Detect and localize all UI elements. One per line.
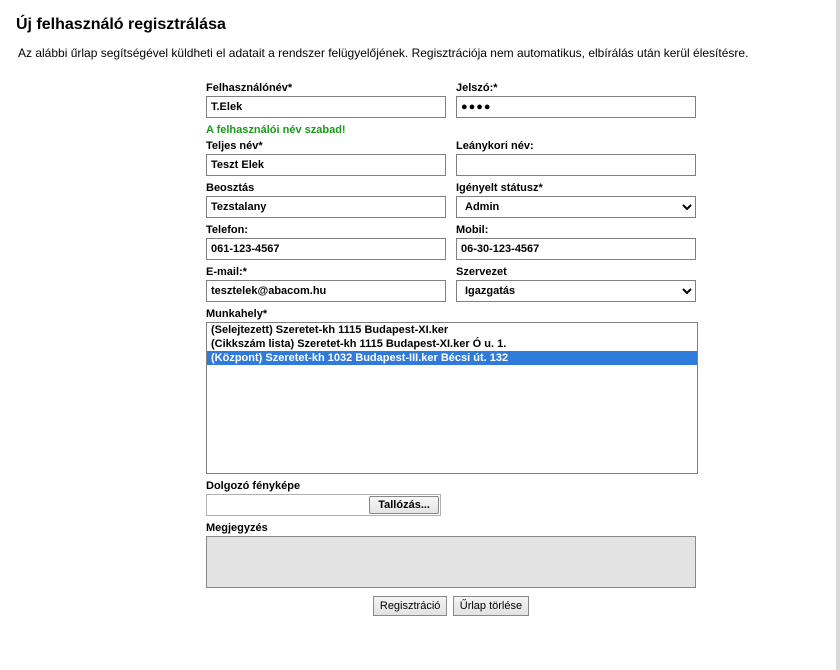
note-textarea[interactable] (206, 536, 696, 588)
phone-input[interactable] (206, 238, 446, 260)
clear-form-button[interactable]: Űrlap törlése (453, 596, 529, 616)
label-status: Igényelt státusz* (456, 182, 696, 194)
photo-file-field[interactable]: Tallózás... (206, 494, 441, 516)
position-input[interactable] (206, 196, 446, 218)
password-input[interactable] (456, 96, 696, 118)
workplace-listbox[interactable]: (Selejtezett) Szeretet-kh 1115 Budapest-… (206, 322, 698, 474)
label-email: E-mail:* (206, 266, 446, 278)
label-note: Megjegyzés (206, 522, 696, 534)
browse-button[interactable]: Tallózás... (369, 496, 439, 514)
label-position: Beosztás (206, 182, 446, 194)
workplace-option[interactable]: (Cikkszám lista) Szeretet-kh 1115 Budape… (207, 337, 697, 351)
label-workplace: Munkahely* (206, 308, 696, 320)
label-username: Felhasználónév* (206, 82, 446, 94)
label-password: Jelszó:* (456, 82, 696, 94)
mobile-input[interactable] (456, 238, 696, 260)
label-mobile: Mobil: (456, 224, 696, 236)
username-availability-hint: A felhasználói név szabad! (206, 124, 696, 136)
fullname-input[interactable] (206, 154, 446, 176)
photo-file-name (207, 495, 368, 515)
label-fullname: Teljes név* (206, 140, 446, 152)
status-select[interactable]: Admin (456, 196, 696, 218)
page-title: Új felhasználó regisztrálása (16, 16, 820, 34)
maidenname-input[interactable] (456, 154, 696, 176)
workplace-option[interactable]: (Központ) Szeretet-kh 1032 Budapest-III.… (207, 351, 697, 365)
register-button[interactable]: Regisztráció (373, 596, 448, 616)
org-select[interactable]: Igazgatás (456, 280, 696, 302)
username-input[interactable] (206, 96, 446, 118)
label-maidenname: Leánykori név: (456, 140, 696, 152)
workplace-option[interactable]: (Selejtezett) Szeretet-kh 1115 Budapest-… (207, 323, 697, 337)
intro-text: Az alábbi űrlap segítségével küldheti el… (18, 46, 818, 60)
email-input[interactable] (206, 280, 446, 302)
label-org: Szervezet (456, 266, 696, 278)
label-photo: Dolgozó fényképe (206, 480, 696, 492)
label-phone: Telefon: (206, 224, 446, 236)
